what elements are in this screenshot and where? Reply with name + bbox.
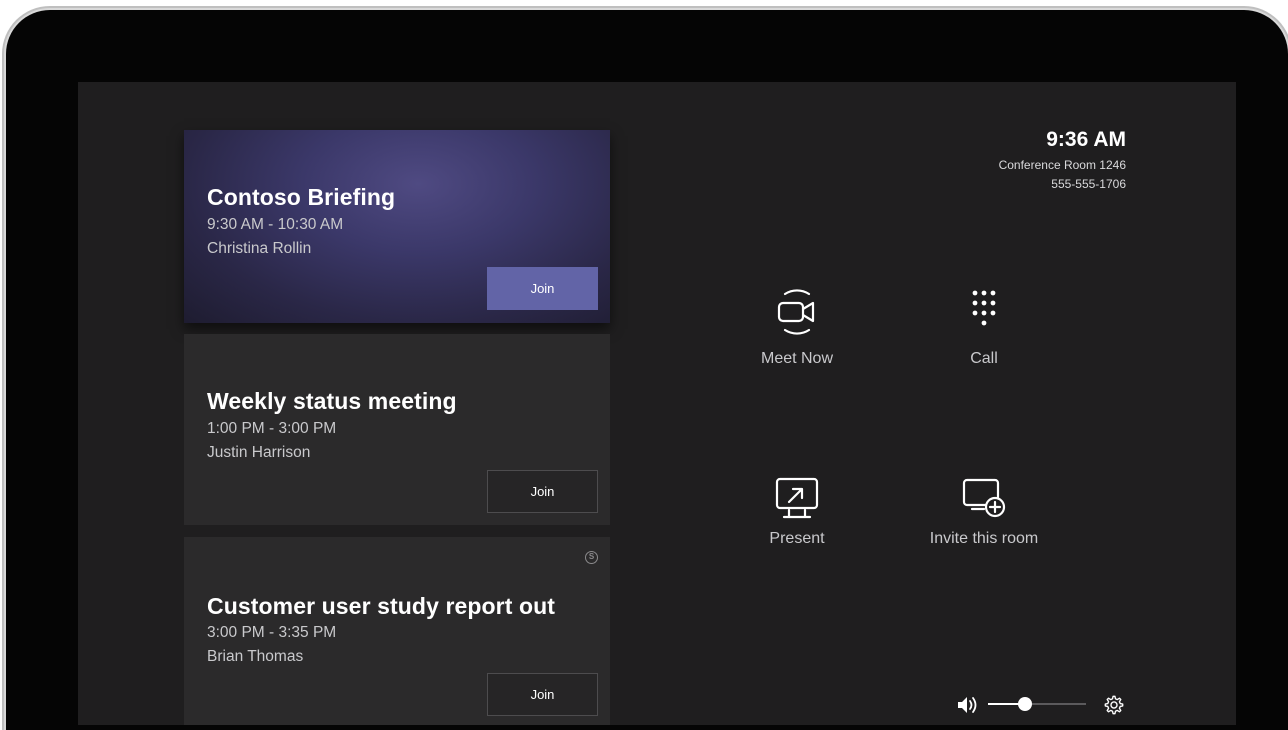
device-bezel: Contoso Briefing 9:30 AM - 10:30 AM Chri… [6,10,1288,730]
meeting-title: Weekly status meeting [207,388,457,414]
join-button[interactable]: Join [487,470,598,513]
room-name: Conference Room 1246 [998,158,1126,172]
meeting-time: 3:00 PM - 3:35 PM [207,624,337,641]
meeting-card-weekly-status[interactable]: Weekly status meeting 1:00 PM - 3:00 PM … [184,334,610,525]
volume-slider-thumb[interactable] [1018,697,1033,711]
meeting-organizer: Brian Thomas [207,648,304,665]
join-button[interactable]: Join [487,673,598,716]
meeting-time: 1:00 PM - 3:00 PM [207,420,337,437]
dialpad-icon [972,290,996,326]
join-button[interactable]: Join [487,267,598,310]
meeting-organizer: Christina Rollin [207,240,312,257]
room-console-screen: Contoso Briefing 9:30 AM - 10:30 AM Chri… [78,82,1236,725]
skype-icon: S [585,551,598,564]
action-label: Call [970,350,998,367]
invite-room-icon [962,478,1006,518]
clock: 9:36 AM [1046,128,1126,151]
meet-now-button[interactable]: Meet Now [717,284,877,368]
meeting-card-customer-study[interactable]: S Customer user study report out 3:00 PM… [184,537,610,725]
action-label: Meet Now [760,350,834,367]
volume-slider[interactable] [988,694,1086,714]
meeting-title: Customer user study report out [207,593,556,619]
video-camera-icon [777,289,815,335]
meeting-organizer: Justin Harrison [207,444,311,461]
meeting-card-contoso-briefing[interactable]: Contoso Briefing 9:30 AM - 10:30 AM Chri… [184,130,610,323]
meeting-time: 9:30 AM - 10:30 AM [207,216,344,233]
action-label: Invite this room [929,530,1039,547]
call-button[interactable]: Call [904,284,1064,368]
action-label: Present [769,530,825,547]
present-screen-icon [775,477,819,519]
invite-this-room-button[interactable]: Invite this room [904,476,1064,548]
gear-icon[interactable] [1103,694,1125,716]
speaker-icon[interactable] [956,696,980,714]
present-button[interactable]: Present [717,476,877,548]
meeting-title: Contoso Briefing [207,184,396,210]
room-phone-number: 555-555-1706 [1051,177,1126,191]
